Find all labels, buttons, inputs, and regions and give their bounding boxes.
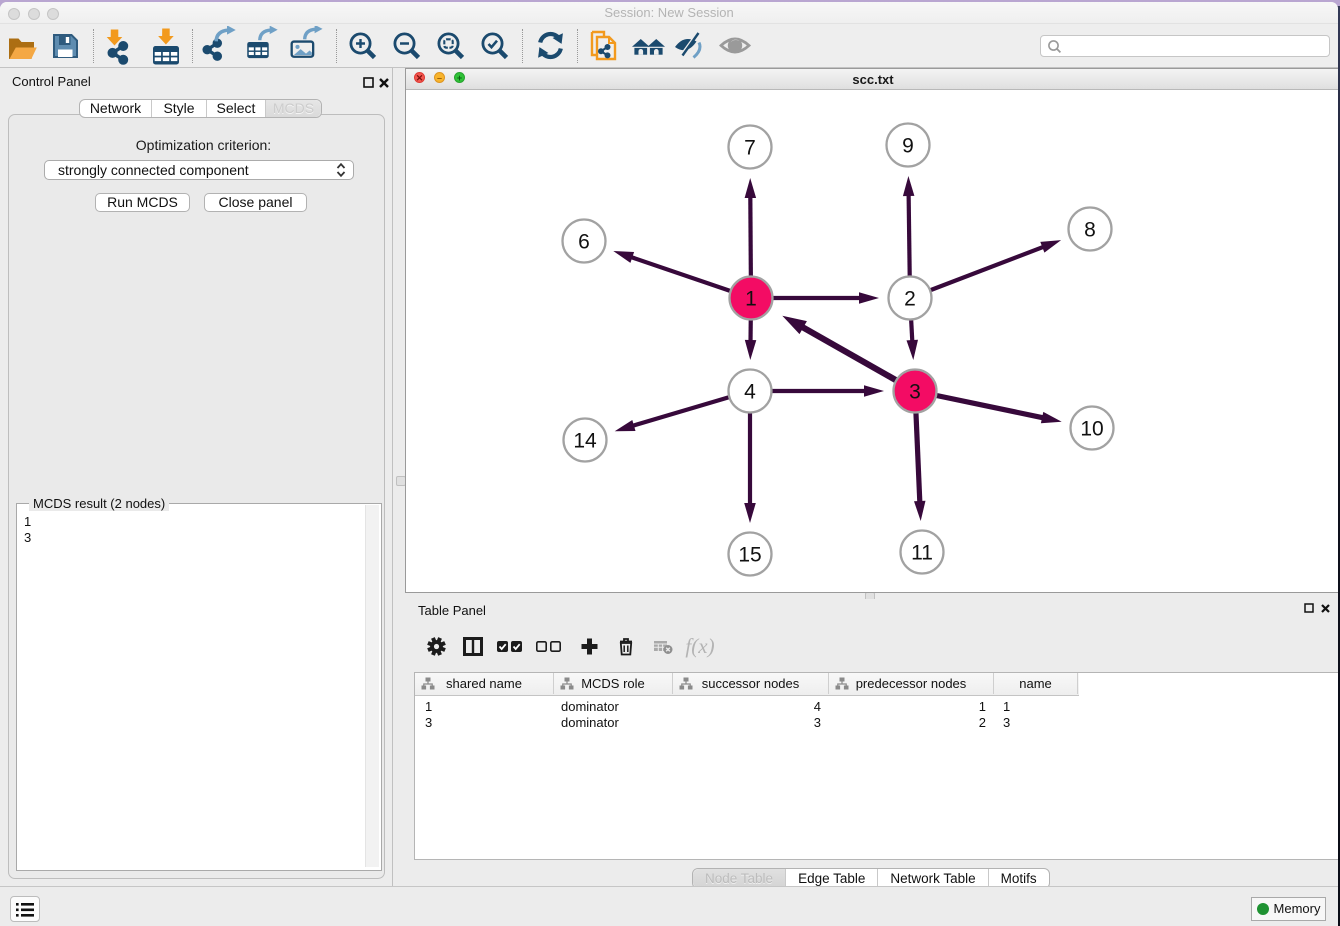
svg-text:1: 1	[745, 287, 757, 310]
svg-text:8: 8	[1084, 218, 1096, 241]
svg-text:14: 14	[573, 429, 597, 452]
svg-text:4: 4	[744, 380, 756, 403]
svg-text:10: 10	[1080, 417, 1103, 440]
svg-text:3: 3	[909, 380, 921, 403]
svg-text:6: 6	[578, 230, 590, 253]
svg-text:7: 7	[744, 136, 756, 159]
svg-text:2: 2	[904, 287, 916, 310]
svg-text:11: 11	[911, 541, 933, 564]
svg-text:9: 9	[902, 134, 914, 157]
svg-text:15: 15	[738, 543, 761, 566]
